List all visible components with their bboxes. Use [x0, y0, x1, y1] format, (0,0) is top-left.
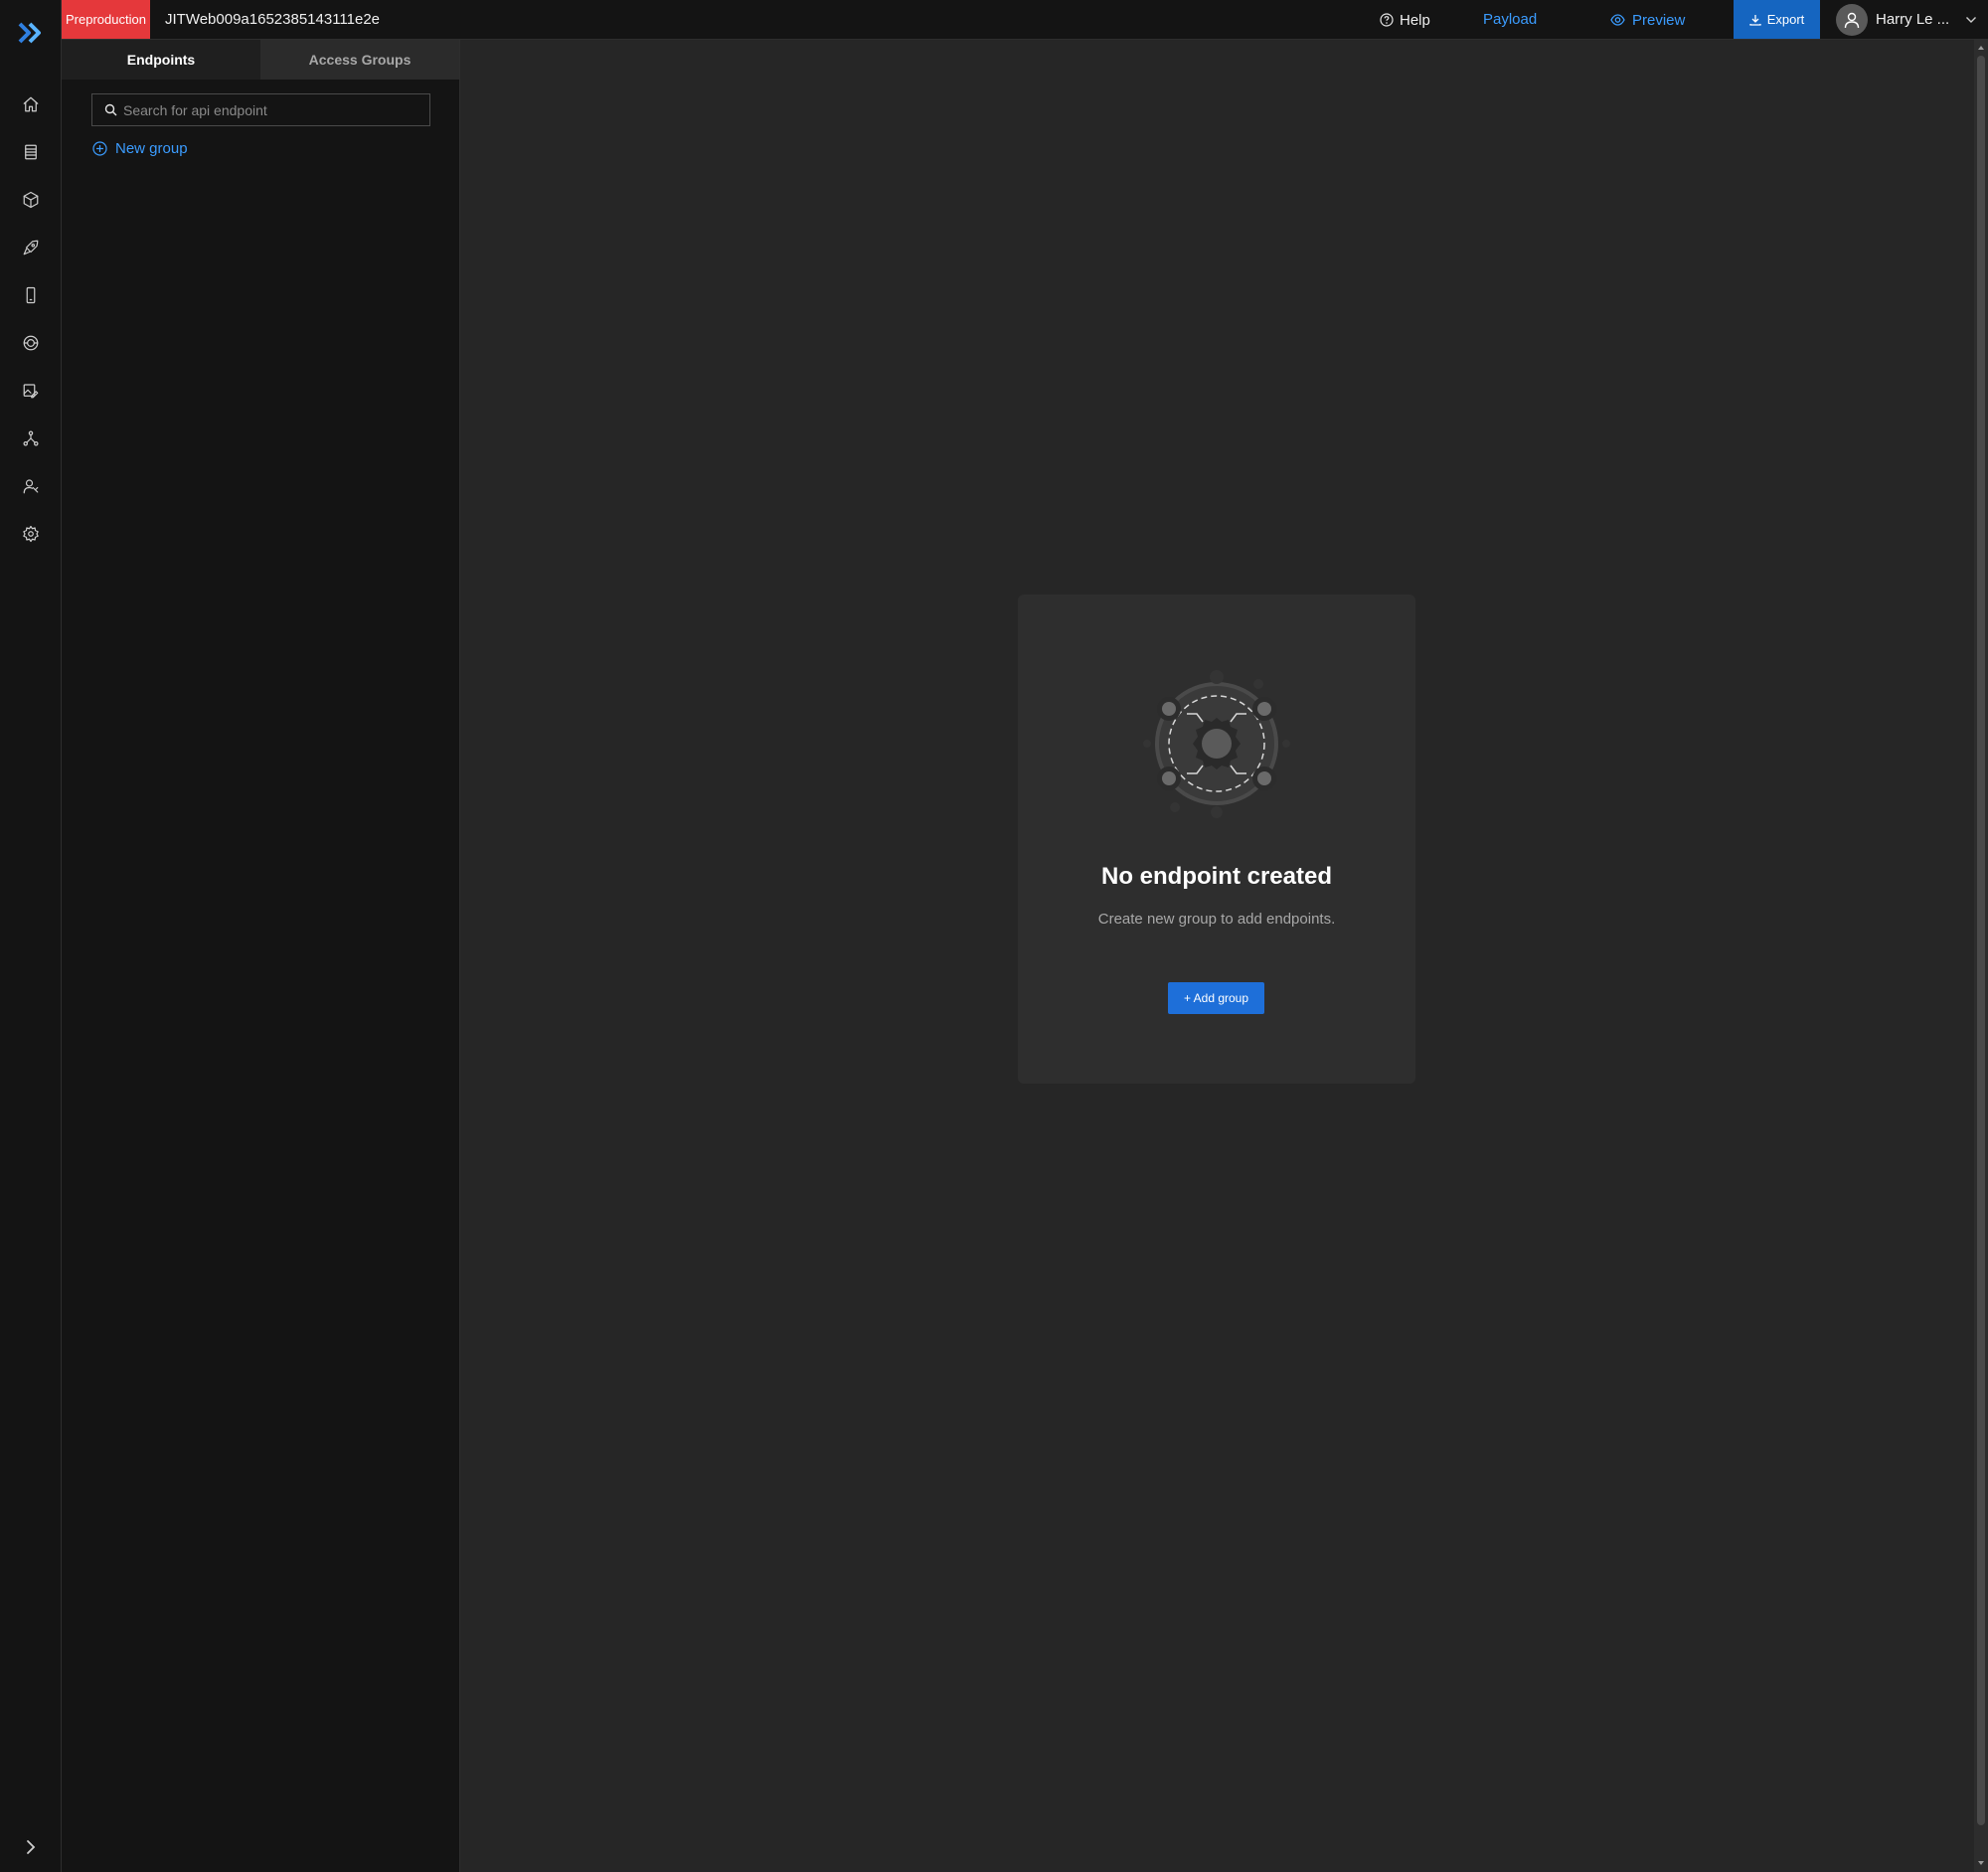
search-box — [91, 93, 430, 126]
app-root: Preproduction JITWeb009a1652385143111e2e… — [0, 0, 1988, 1872]
search-icon — [104, 103, 117, 116]
help-icon — [1380, 13, 1394, 27]
search-input[interactable] — [123, 101, 429, 118]
environment-badge[interactable]: Preproduction — [62, 0, 150, 39]
users-icon[interactable] — [19, 474, 43, 498]
gear-network-illustration-icon — [1143, 670, 1290, 818]
new-group-button[interactable]: New group — [92, 140, 188, 157]
logo-icon[interactable] — [17, 19, 45, 47]
new-group-label: New group — [115, 140, 188, 157]
add-group-button[interactable]: + Add group — [1168, 982, 1264, 1014]
tab-access-groups[interactable]: Access Groups — [260, 40, 459, 80]
download-icon — [1749, 14, 1761, 26]
globe-icon[interactable] — [19, 331, 43, 355]
tab-endpoints[interactable]: Endpoints — [62, 40, 260, 80]
user-icon — [1844, 12, 1860, 28]
preview-button[interactable]: Preview — [1610, 9, 1685, 31]
scroll-up-icon[interactable] — [1976, 43, 1986, 53]
eye-icon — [1610, 14, 1625, 26]
network-icon[interactable] — [19, 426, 43, 450]
empty-state-title: No endpoint created — [1100, 863, 1333, 890]
cube-icon[interactable] — [19, 188, 43, 212]
empty-state-description: Create new group to add endpoints. — [1097, 911, 1336, 928]
database-icon[interactable] — [19, 140, 43, 164]
vertical-scrollbar[interactable] — [1974, 40, 1988, 1872]
empty-state-card: No endpoint created Create new group to … — [1018, 595, 1415, 1084]
avatar — [1836, 3, 1868, 36]
panel-tabs: Endpoints Access Groups — [62, 40, 459, 80]
help-label: Help — [1400, 11, 1430, 29]
export-label: Export — [1766, 12, 1805, 27]
chevron-right-icon[interactable] — [21, 1837, 41, 1857]
user-menu[interactable]: Harry Le ... — [1836, 3, 1977, 36]
scroll-down-icon[interactable] — [1976, 1858, 1986, 1868]
export-button[interactable]: Export — [1734, 0, 1820, 39]
payload-link[interactable]: Payload — [1483, 11, 1537, 28]
top-bar: Preproduction JITWeb009a1652385143111e2e… — [62, 0, 1988, 40]
nav-rail — [0, 0, 62, 1872]
mobile-icon[interactable] — [19, 283, 43, 307]
endpoints-panel: Endpoints Access Groups New group — [62, 40, 460, 1872]
user-name: Harry Le ... — [1876, 11, 1950, 28]
gear-icon[interactable] — [19, 522, 43, 546]
chevron-down-icon — [1966, 16, 1977, 23]
help-button[interactable]: Help — [1380, 9, 1430, 31]
scrollbar-thumb[interactable] — [1977, 56, 1985, 1825]
plus-circle-icon — [92, 141, 107, 156]
preview-label: Preview — [1632, 11, 1686, 29]
project-name: JITWeb009a1652385143111e2e — [165, 11, 381, 28]
image-edit-icon[interactable] — [19, 379, 43, 403]
rocket-icon[interactable] — [19, 236, 43, 259]
home-icon[interactable] — [19, 92, 43, 116]
